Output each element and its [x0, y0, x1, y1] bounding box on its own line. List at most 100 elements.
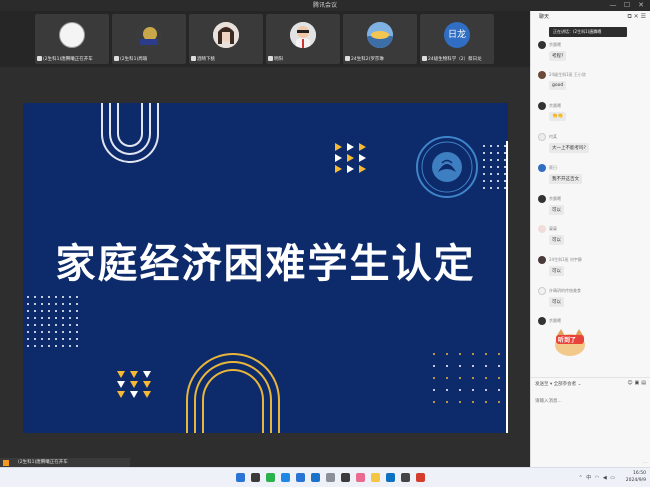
participant-tile[interactable]: (2生科1)周瑜: [112, 14, 186, 64]
decor-triangles: [117, 371, 153, 398]
message-sender: 许晴玥的传统美食: [549, 288, 581, 293]
battery-icon[interactable]: ▭: [610, 475, 616, 481]
participant-name: 24生科2)罗莎琳: [351, 57, 384, 62]
participant-strip: (2生科1)唐腾曦正在开车 (2生科1)周瑜 酒晴下桃 明阳 24生科2)罗莎琳: [0, 11, 530, 67]
mic-icon: [114, 56, 119, 61]
send-to-value: 全部参会者: [553, 382, 577, 387]
window-titlebar: 腾讯会议 — ☐ ✕: [0, 0, 650, 11]
popout-icon[interactable]: ⧉: [627, 13, 631, 20]
message-text: good: [549, 81, 567, 90]
avatar: [538, 133, 546, 141]
speaking-notice: 正在讲话：(2生科1)唐腾曦: [549, 27, 627, 37]
participant-name: 酒晴下桃: [197, 57, 215, 62]
meeting-icon[interactable]: [296, 473, 305, 482]
start-icon[interactable]: [236, 473, 245, 482]
message-sender: 余晨曦: [549, 318, 561, 323]
message-sender: 蔡日: [549, 165, 557, 170]
menu-icon[interactable]: ☰: [641, 13, 646, 20]
lang-indicator[interactable]: 中: [586, 475, 592, 481]
message-sender: 余晨曦: [549, 196, 561, 201]
app-icon[interactable]: [356, 473, 365, 482]
volume-icon[interactable]: ◀: [603, 475, 608, 481]
clock[interactable]: 16:50 2024/9/9: [626, 470, 646, 484]
message-sender: 余晨曦: [549, 42, 561, 47]
wechat-icon[interactable]: [266, 473, 275, 482]
avatar: 日龙: [444, 22, 470, 48]
message-sender: 24生科1班 刘宇静: [549, 257, 582, 262]
chevron-down-icon: ▾: [549, 382, 553, 387]
participant-tile[interactable]: 明阳: [266, 14, 340, 64]
chat-composer: 发送至 ▾ 全部参会者 ⌄ ☺▣▤ ⋯: [531, 377, 650, 467]
avatar: [367, 22, 393, 48]
message-text: 可以: [549, 266, 564, 276]
emoji-icon[interactable]: ☺: [627, 380, 634, 386]
wifi-icon[interactable]: ◠: [595, 475, 600, 481]
app-icon[interactable]: [341, 473, 350, 482]
send-to-selector[interactable]: 发送至 ▾ 全部参会者 ⌄: [535, 381, 581, 387]
composer-tools: ☺▣▤: [627, 380, 648, 386]
speaker-icon: [3, 460, 9, 466]
participant-tile[interactable]: (2生科1)唐腾曦正在开车: [35, 14, 109, 64]
slide-title: 家庭经济困难学生认定: [55, 241, 476, 287]
participant-name: 明阳: [274, 57, 283, 62]
participant-name: 24级生物科学（2）蔡日龙: [428, 57, 482, 62]
folder-icon[interactable]: [371, 473, 380, 482]
avatar: [538, 41, 546, 49]
message-text: 可以: [549, 235, 564, 245]
more-options-icon[interactable]: ⋯: [643, 460, 647, 465]
chat-message: 余晨曦 听到了: [538, 317, 646, 361]
message-text: 可以: [549, 205, 564, 215]
window-title: 腾讯会议: [312, 2, 337, 9]
avatar: [538, 317, 546, 325]
sticker-image: 听到了: [552, 327, 588, 357]
clock-date: 2024/9/9: [625, 478, 646, 483]
avatar: [59, 22, 85, 48]
avatar: [538, 287, 546, 295]
avatar: [538, 71, 546, 79]
chat-input[interactable]: [535, 395, 645, 407]
participant-name: (2生科1)周瑜: [120, 57, 148, 62]
minimize-button[interactable]: —: [606, 0, 620, 11]
message-sender: 24级生科1班 王小欣: [549, 72, 586, 77]
participant-tile[interactable]: 酒晴下桃: [189, 14, 263, 64]
clock-time: 16:50: [633, 471, 646, 476]
avatar: [538, 256, 546, 264]
chevron-up-icon[interactable]: ⌃: [578, 475, 583, 481]
avatar: [213, 22, 239, 48]
participant-tile[interactable]: 日龙 24级生物科学（2）蔡日龙: [420, 14, 494, 64]
app-icon[interactable]: [416, 473, 425, 482]
decor-dots: [27, 296, 78, 347]
message-text: 大一上不能考吗?: [549, 143, 589, 153]
participant-tile[interactable]: 24生科2)罗莎琳: [343, 14, 417, 64]
active-speaker-label: (2生科1)唐腾曦正在开车: [18, 460, 68, 465]
participant-name: (2生科1)唐腾曦正在开车: [43, 57, 93, 62]
message-text: 考程?: [549, 51, 567, 61]
shared-slide: 家庭经济困难学生认定: [23, 103, 508, 433]
app-icon[interactable]: [401, 473, 410, 482]
message-text: 我不开这吉文: [549, 174, 582, 184]
app-icon[interactable]: [281, 473, 290, 482]
app-icon[interactable]: [386, 473, 395, 482]
message-sender: 蔓蔓: [549, 226, 557, 231]
close-chat-icon[interactable]: ✕: [634, 13, 639, 20]
chevron-down-icon: ⌄: [577, 382, 582, 387]
avatar: [538, 195, 546, 203]
decor-dots: [483, 145, 506, 189]
decor-arch: [202, 369, 264, 433]
decor-arch: [117, 103, 143, 147]
avatar: [538, 102, 546, 110]
close-button[interactable]: ✕: [634, 0, 648, 11]
mic-icon: [422, 56, 427, 61]
school-seal-logo: [416, 136, 478, 198]
mic-icon: [37, 56, 42, 61]
system-tray: ⌃ 中 ◠ ◀ ▭: [578, 474, 616, 481]
avatar: [136, 22, 162, 48]
shared-screen-area: 家庭经济困难学生认定: [0, 67, 530, 467]
message-sender: 何某: [549, 134, 557, 139]
file-icon[interactable]: ▤: [641, 380, 648, 386]
app-icon[interactable]: [326, 473, 335, 482]
edge-icon[interactable]: [311, 473, 320, 482]
avatar: [538, 225, 546, 233]
terminal-icon[interactable]: [251, 473, 260, 482]
maximize-button[interactable]: ☐: [620, 0, 634, 11]
